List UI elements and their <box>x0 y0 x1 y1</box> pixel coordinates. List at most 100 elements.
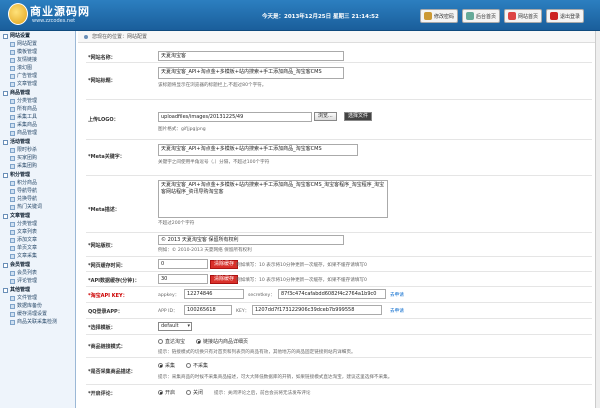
sidebar-item[interactable]: 文章管理 <box>0 80 75 88</box>
admin-home-button[interactable]: 后台首页 <box>462 9 501 23</box>
radio-no-collect[interactable]: 不采集 <box>186 362 208 369</box>
sidebar-item[interactable]: 添加文章 <box>0 236 75 244</box>
sidebar-item[interactable]: 积分商品 <box>0 179 75 187</box>
sidebar-item[interactable]: 评论管理 <box>0 277 75 285</box>
sidebar-item[interactable]: 文章列表 <box>0 228 75 236</box>
sidebar-item[interactable]: 采集团购 <box>0 162 75 170</box>
radio-site-detail[interactable]: 链接站内商品详细页 <box>196 338 248 345</box>
sidebar-section-title[interactable]: 其他管理 <box>0 286 75 294</box>
qq-key-input[interactable]: 1207dd7f173122906c39dceb7b999558 <box>252 305 382 315</box>
browse-button[interactable]: 浏览... <box>314 112 337 121</box>
apply-qq-link[interactable]: 去申请 <box>390 308 404 314</box>
page-icon <box>10 311 15 317</box>
sidebar-section-title[interactable]: 网站设置 <box>0 32 75 40</box>
sidebar-item[interactable]: 网站配置 <box>0 40 75 48</box>
row-page-cache: *网页缓存时间： 0 清除缓存 例如填写：10 表示将10分钟更新一次缓存，如果… <box>86 257 592 272</box>
page-icon <box>10 237 15 243</box>
apply-taobao-link[interactable]: 去申请 <box>390 292 404 298</box>
sidebar-item[interactable]: 缓存清理设置 <box>0 310 75 318</box>
sidebar-item[interactable]: 数据库备份 <box>0 302 75 310</box>
page-icon <box>10 41 15 47</box>
sidebar-item[interactable]: 文章采集 <box>0 252 75 260</box>
sidebar-section-title[interactable]: 会员管理 <box>0 261 75 269</box>
sidebar-item[interactable]: 模板管理 <box>0 48 75 56</box>
site-home-button[interactable]: 网站首页 <box>504 9 543 23</box>
clear-page-cache-button[interactable]: 清除缓存 <box>210 260 239 269</box>
sidebar-section-title[interactable]: 积分管理 <box>0 171 75 179</box>
row-comment: *开启评论： 开启 关闭 提示：关闭评论之后，前台会员将无法发布评论 <box>88 389 311 397</box>
sidebar-section-title[interactable]: 商品管理 <box>0 89 75 97</box>
sidebar-item[interactable]: 商品关联采集检测 <box>0 318 75 326</box>
description-textarea[interactable]: 天夏淘宝客_API+淘点金+多模板+站内搜索+手工添加商品_淘宝客CMS_淘宝客… <box>158 180 388 218</box>
logo-text: 商业源码网 <box>30 5 90 18</box>
row-logo: 上传LOGO： uploadfiles/images/20131225/49 浏… <box>86 100 592 140</box>
page-icon <box>10 122 15 128</box>
folder-icon <box>3 213 8 219</box>
sidebar-item[interactable]: 买家团购 <box>0 154 75 162</box>
page-icon <box>10 57 15 63</box>
key-icon <box>424 12 432 20</box>
sidebar-item[interactable]: 广告管理 <box>0 72 75 80</box>
clear-api-cache-button[interactable]: 清除缓存 <box>210 275 239 284</box>
site-logo[interactable]: 商业源码网 www.zzcodes.net <box>8 3 90 28</box>
qq-appid-input[interactable]: 100265618 <box>184 305 232 315</box>
folder-icon <box>3 90 8 96</box>
logout-button[interactable]: 退出登录 <box>546 9 585 23</box>
radio-comment-on[interactable]: 开启 <box>158 389 175 396</box>
sidebar-item[interactable]: 会员列表 <box>0 269 75 277</box>
sidebar-section: 其他管理 文件管理 数据库备份 缓存清理设置 商品关联采集检测 <box>0 286 75 326</box>
page-icon <box>10 114 15 120</box>
breadcrumb: 您现在的位置：网站配置 <box>78 31 600 43</box>
sidebar-section-title[interactable]: 活动管理 <box>0 138 75 146</box>
sidebar-item[interactable]: 分类管理 <box>0 220 75 228</box>
radio-comment-off[interactable]: 关闭 <box>186 389 203 396</box>
template-select[interactable]: default ▾ <box>158 322 192 331</box>
sidebar-item[interactable]: 热门关键词 <box>0 203 75 211</box>
page-icon <box>10 163 15 169</box>
site-title-textarea[interactable]: 天夏淘宝客_API+淘点金+多模板+站内搜索+手工添加商品_淘宝客CMS <box>158 67 344 79</box>
logo-icon <box>8 3 28 25</box>
logout-icon <box>550 12 558 20</box>
page-icon <box>10 253 15 259</box>
page-icon <box>10 229 15 235</box>
sidebar-section-title[interactable]: 文章管理 <box>0 212 75 220</box>
scrollbar[interactable] <box>595 31 600 408</box>
choose-file-button[interactable]: 选择文件 <box>344 112 373 121</box>
sidebar-item[interactable]: 导航导航 <box>0 187 75 195</box>
sidebar-item[interactable]: 滚幻图 <box>0 64 75 72</box>
sidebar-item[interactable]: 采集工具 <box>0 113 75 121</box>
logo-path-input[interactable]: uploadfiles/images/20131225/49 <box>158 112 312 122</box>
sidebar-item[interactable]: 兑换导航 <box>0 195 75 203</box>
folder-icon <box>3 139 8 145</box>
sidebar-item[interactable]: 商品管理 <box>0 129 75 137</box>
sidebar-item[interactable]: 友情链接 <box>0 56 75 64</box>
row-qq-app: QQ登录APP： APP ID： 100265618 KEY： 1207dd7f… <box>86 303 592 319</box>
page-icon <box>10 155 15 161</box>
bullet-icon <box>84 35 88 39</box>
page-cache-input[interactable]: 0 <box>158 259 208 269</box>
appkey-input[interactable]: 12274846 <box>184 289 244 299</box>
sidebar-item[interactable]: 文件管理 <box>0 294 75 302</box>
sidebar-section: 积分管理 积分商品 导航导航 兑换导航 热门关键词 <box>0 171 75 211</box>
page-icon <box>10 188 15 194</box>
radio-direct-taobao[interactable]: 直达淘宝 <box>158 338 185 345</box>
page-icon <box>10 147 15 153</box>
api-cache-input[interactable]: 30 <box>158 274 208 284</box>
sidebar-section: 文章管理 分类管理 文章列表 添加文章 单页文章 文章采集 <box>0 212 75 260</box>
sidebar-item[interactable]: 分类管理 <box>0 97 75 105</box>
row-collect-desc: *是否采集商品描述： 采集 不采集 提示：采集商品的时候不采集商品描述，可大大降… <box>86 358 592 385</box>
secretkey-input[interactable]: 87f3c474cafabdd6082f4c2764a1b9c0 <box>278 289 386 299</box>
sidebar-item[interactable]: 单页文章 <box>0 244 75 252</box>
site-name-input[interactable]: 天夏淘宝客 <box>158 51 344 61</box>
sidebar-item[interactable]: 所有商品 <box>0 105 75 113</box>
folder-icon <box>3 262 8 268</box>
copyright-input[interactable]: © 2013 天夏淘宝客 保留所有权利 <box>158 235 344 245</box>
keywords-textarea[interactable]: 天夏淘宝客_API+淘点金+多模板+站内搜索+手工添加商品_淘宝客CMS <box>158 144 358 156</box>
sidebar-item[interactable]: 采集商品 <box>0 121 75 129</box>
radio-collect[interactable]: 采集 <box>158 362 175 369</box>
page-icon <box>10 49 15 55</box>
change-password-button[interactable]: 修改密码 <box>420 9 459 23</box>
sidebar-item[interactable]: 限时秒杀 <box>0 146 75 154</box>
page-icon <box>10 278 15 284</box>
row-taobao-api: *淘宝API KEY： appkey： 12274846 secretkey： … <box>86 287 592 303</box>
